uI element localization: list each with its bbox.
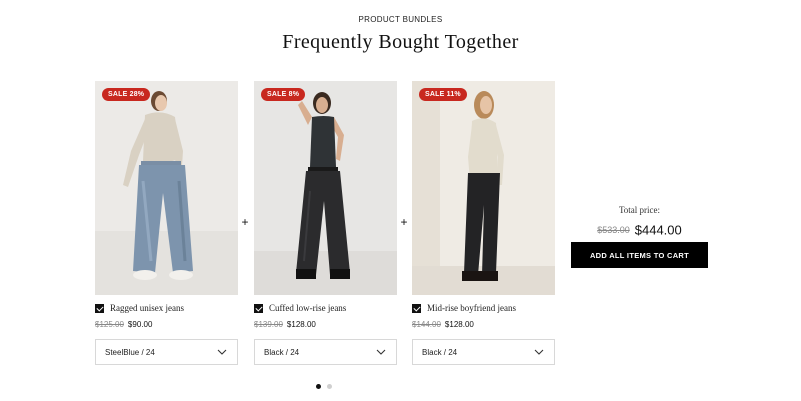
eyebrow-label: PRODUCT BUNDLES	[358, 15, 443, 24]
chevron-down-icon	[217, 349, 227, 355]
model-photo	[95, 81, 238, 295]
product-select-row[interactable]: Mid-rise boyfriend jeans	[412, 303, 555, 315]
sale-badge: SALE 8%	[261, 88, 306, 101]
sale-price: $128.00	[444, 320, 474, 329]
carousel-pagination	[316, 384, 336, 390]
product-checkbox[interactable]	[95, 304, 104, 313]
model-photo	[412, 81, 555, 295]
product-card: SALE 28% Ragged unisex jeans $125.00 $90.…	[95, 81, 238, 365]
product-checkbox[interactable]	[412, 304, 421, 313]
sale-badge: SALE 11%	[419, 88, 467, 101]
original-price: $144.00	[412, 320, 441, 329]
variant-value: Black / 24	[264, 348, 300, 357]
pagination-dot[interactable]	[327, 384, 332, 389]
variant-value: SteelBlue / 24	[105, 348, 155, 357]
sale-price: $90.00	[127, 320, 153, 329]
product-name[interactable]: Ragged unisex jeans	[110, 303, 184, 313]
product-image[interactable]: SALE 11%	[412, 81, 555, 295]
plus-separator: +	[241, 215, 249, 229]
total-price: $533.00 $444.00	[571, 221, 708, 239]
model-photo	[254, 81, 397, 295]
product-select-row[interactable]: Ragged unisex jeans	[95, 303, 238, 315]
total-price-label: Total price:	[618, 205, 661, 215]
add-all-to-cart-button[interactable]: ADD ALL ITEMS TO CART	[571, 242, 708, 268]
pagination-dot-active[interactable]	[316, 384, 321, 389]
chevron-down-icon	[534, 349, 544, 355]
original-price: $139.00	[254, 320, 283, 329]
original-price: $125.00	[95, 320, 124, 329]
variant-select[interactable]: SteelBlue / 24	[95, 339, 238, 365]
product-card: SALE 8% Cuffed low-rise jeans $139.00 $12…	[254, 81, 397, 365]
product-name[interactable]: Cuffed low-rise jeans	[269, 303, 346, 313]
variant-select[interactable]: Black / 24	[412, 339, 555, 365]
product-name[interactable]: Mid-rise boyfriend jeans	[427, 303, 516, 313]
product-image[interactable]: SALE 8%	[254, 81, 397, 295]
section-title: Frequently Bought Together	[282, 31, 519, 53]
variant-select[interactable]: Black / 24	[254, 339, 397, 365]
product-price: $125.00 $90.00	[95, 320, 152, 329]
total-original-price: $533.00	[597, 224, 630, 235]
product-select-row[interactable]: Cuffed low-rise jeans	[254, 303, 397, 315]
sale-price: $128.00	[286, 320, 316, 329]
chevron-down-icon	[376, 349, 386, 355]
product-checkbox[interactable]	[254, 304, 263, 313]
plus-separator: +	[400, 215, 408, 229]
sale-badge: SALE 28%	[102, 88, 151, 101]
product-image[interactable]: SALE 28%	[95, 81, 238, 295]
product-price: $144.00 $128.00	[412, 320, 474, 329]
product-price: $139.00 $128.00	[254, 320, 316, 329]
variant-value: Black / 24	[422, 348, 458, 357]
total-sale-price: $444.00	[634, 222, 682, 238]
product-card: SALE 11% Mid-rise boyfriend jeans $144.0…	[412, 81, 555, 365]
